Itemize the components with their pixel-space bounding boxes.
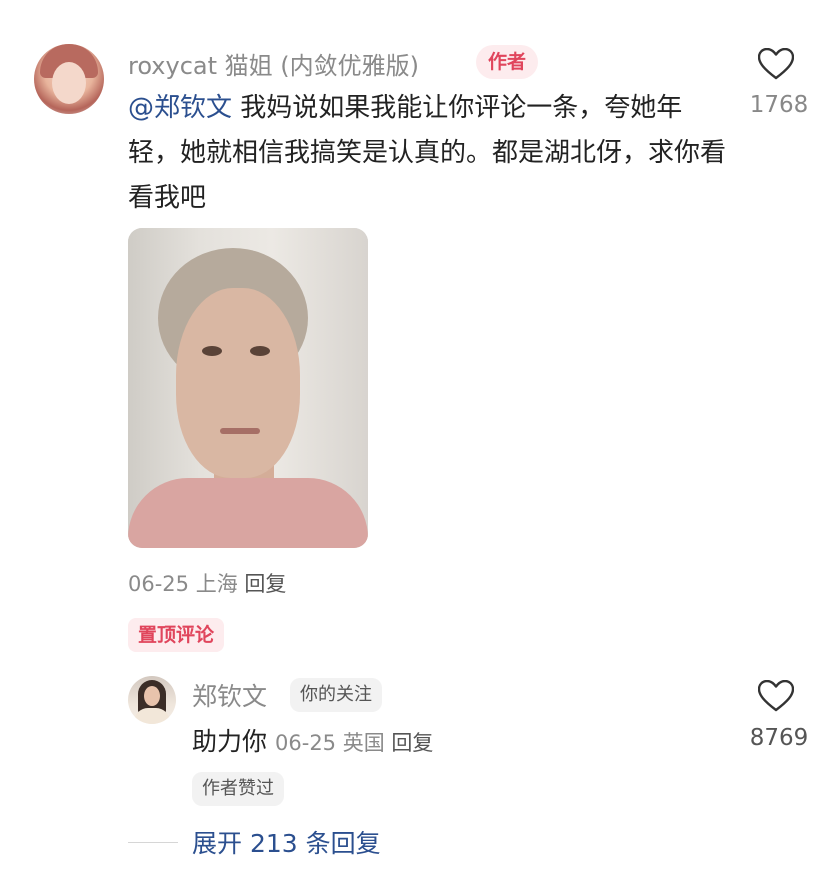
reply-like-count: 8769 <box>749 725 809 751</box>
author-liked-badge: 作者赞过 <box>192 772 284 806</box>
like-count: 1768 <box>749 92 809 118</box>
comment-photo[interactable] <box>128 228 368 548</box>
reply-username[interactable]: 郑钦文 <box>192 677 267 713</box>
avatar-face <box>144 686 160 706</box>
pinned-badge: 置顶评论 <box>128 618 225 652</box>
reply-content: 助力你 06-25 英国 回复 <box>192 722 433 758</box>
comment-location: 上海 <box>195 572 238 596</box>
photo-eye <box>202 346 222 356</box>
expand-replies-button[interactable]: 展开 213 条回复 <box>192 824 381 860</box>
reply-button[interactable]: 回复 <box>391 731 433 755</box>
reply-text: 助力你 <box>192 727 268 756</box>
photo-shirt <box>128 478 368 548</box>
comment-text: @郑钦文 我妈说如果我能让你评论一条，夸她年轻，她就相信我搞笑是认真的。都是湖北… <box>128 86 728 221</box>
comment-username[interactable]: roxycat 猫姐 (内敛优雅版) <box>128 46 419 81</box>
reply-button[interactable]: 回复 <box>244 572 286 596</box>
divider <box>128 842 178 843</box>
photo-mouth <box>220 428 260 434</box>
reply-date: 06-25 <box>275 731 337 755</box>
heart-icon[interactable] <box>758 48 794 80</box>
avatar-face <box>52 62 86 104</box>
author-badge: 作者 <box>476 45 539 79</box>
avatar-body <box>134 708 170 724</box>
heart-icon[interactable] <box>758 680 794 712</box>
photo-face <box>176 288 300 478</box>
avatar[interactable] <box>34 44 104 114</box>
mention-link[interactable]: @郑钦文 <box>128 93 232 123</box>
reply-meta: 06-25 英国 回复 <box>275 731 433 755</box>
comment-meta: 06-25 上海 回复 <box>128 568 286 598</box>
reply-avatar[interactable] <box>128 676 176 724</box>
following-badge: 你的关注 <box>290 678 382 712</box>
comment-date: 06-25 <box>128 572 190 596</box>
photo-eye <box>250 346 270 356</box>
reply-location: 英国 <box>342 731 385 755</box>
